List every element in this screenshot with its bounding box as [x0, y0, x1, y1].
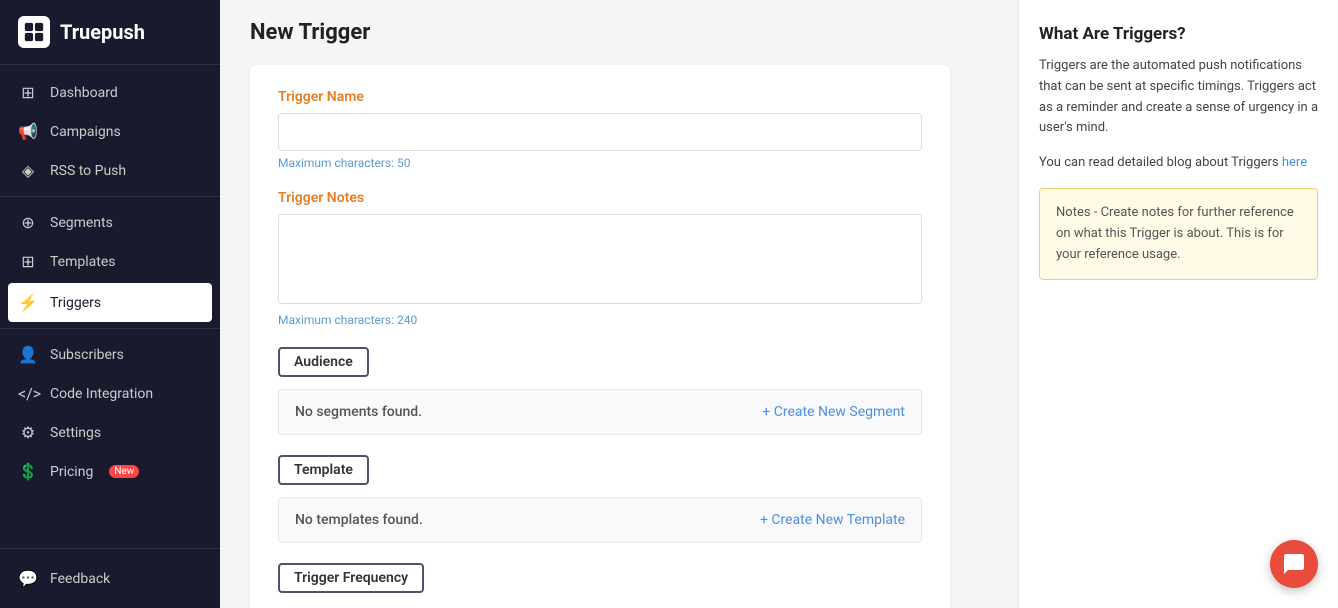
sidebar-label-templates: Templates: [50, 254, 116, 270]
subscribers-icon: 👤: [18, 345, 38, 364]
panel-read-more: You can read detailed blog about Trigger…: [1039, 153, 1318, 174]
sidebar-item-campaigns[interactable]: 📢 Campaigns: [0, 112, 220, 151]
form-area: New Trigger Trigger Name Maximum charact…: [220, 0, 1018, 608]
panel-title: What Are Triggers?: [1039, 24, 1318, 44]
sidebar-item-triggers[interactable]: ⚡ Triggers: [8, 283, 212, 322]
feedback-icon: 💬: [18, 569, 38, 588]
sidebar-item-subscribers[interactable]: 👤 Subscribers: [0, 335, 220, 374]
sidebar-item-feedback[interactable]: 💬 Feedback: [0, 559, 220, 598]
template-section-header: Template: [278, 455, 369, 485]
logo-icon: [18, 16, 50, 48]
sidebar-label-rss: RSS to Push: [50, 163, 126, 179]
campaigns-icon: 📢: [18, 122, 38, 141]
sidebar-item-dashboard[interactable]: ⊞ Dashboard: [0, 73, 220, 112]
sidebar-item-pricing[interactable]: 💲 Pricing New: [0, 452, 220, 491]
sidebar-footer: 💬 Feedback: [0, 548, 220, 608]
trigger-notes-hint: Maximum characters: 240: [278, 313, 922, 327]
panel-read-more-prefix: You can read detailed blog about Trigger…: [1039, 155, 1282, 170]
app-name: Truepush: [60, 20, 145, 44]
sidebar-label-campaigns: Campaigns: [50, 124, 121, 140]
sidebar-item-rss[interactable]: ◈ RSS to Push: [0, 151, 220, 190]
sidebar-label-settings: Settings: [50, 425, 101, 441]
settings-icon: ⚙: [18, 423, 38, 442]
panel-note-box: Notes - Create notes for further referen…: [1039, 188, 1318, 280]
create-segment-link[interactable]: + Create New Segment: [762, 404, 905, 420]
right-panel: What Are Triggers? Triggers are the auto…: [1018, 0, 1338, 608]
trigger-notes-label: Trigger Notes: [278, 190, 922, 206]
audience-section-header: Audience: [278, 347, 369, 377]
template-section: Template No templates found. + Create Ne…: [278, 455, 922, 543]
audience-section: Audience No segments found. + Create New…: [278, 347, 922, 435]
rss-icon: ◈: [18, 161, 38, 180]
trigger-notes-group: Trigger Notes Maximum characters: 240: [278, 190, 922, 327]
panel-description: Triggers are the automated push notifica…: [1039, 56, 1318, 139]
sidebar-logo: Truepush: [0, 0, 220, 65]
sidebar-item-segments[interactable]: ⊕ Segments: [0, 203, 220, 242]
templates-icon: ⊞: [18, 252, 38, 271]
segments-icon: ⊕: [18, 213, 38, 232]
panel-desc-text: Triggers are the automated push notifica…: [1039, 58, 1318, 135]
sidebar-label-subscribers: Subscribers: [50, 347, 124, 363]
trigger-name-hint: Maximum characters: 50: [278, 156, 922, 170]
template-block: No templates found. + Create New Templat…: [278, 497, 922, 543]
trigger-notes-input[interactable]: [278, 214, 922, 304]
pricing-badge: New: [109, 465, 139, 478]
main-content: New Trigger Trigger Name Maximum charact…: [220, 0, 1338, 608]
pricing-icon: 💲: [18, 462, 38, 481]
sidebar-label-code: Code Integration: [50, 386, 153, 402]
sidebar-label-dashboard: Dashboard: [50, 85, 118, 101]
sidebar: Truepush ⊞ Dashboard 📢 Campaigns ◈ RSS t…: [0, 0, 220, 608]
trigger-name-group: Trigger Name Maximum characters: 50: [278, 89, 922, 170]
form-card: Trigger Name Maximum characters: 50 Trig…: [250, 65, 950, 608]
panel-note-text: Notes - Create notes for further referen…: [1056, 205, 1294, 262]
sidebar-label-segments: Segments: [50, 215, 113, 231]
code-icon: </>: [18, 384, 38, 403]
sidebar-item-templates[interactable]: ⊞ Templates: [0, 242, 220, 281]
sidebar-item-code-integration[interactable]: </> Code Integration: [0, 374, 220, 413]
frequency-section-header: Trigger Frequency: [278, 563, 424, 593]
trigger-frequency-section: Trigger Frequency Once Repeated Multi: [278, 563, 922, 608]
create-template-link[interactable]: + Create New Template: [760, 512, 905, 528]
panel-here-link[interactable]: here: [1282, 155, 1307, 170]
sidebar-item-settings[interactable]: ⚙ Settings: [0, 413, 220, 452]
sidebar-label-pricing: Pricing: [50, 464, 93, 480]
dashboard-icon: ⊞: [18, 83, 38, 102]
sidebar-nav: ⊞ Dashboard 📢 Campaigns ◈ RSS to Push ⊕ …: [0, 65, 220, 548]
audience-no-data: No segments found.: [295, 404, 422, 420]
main-inner: New Trigger Trigger Name Maximum charact…: [220, 0, 1338, 608]
trigger-name-input[interactable]: [278, 113, 922, 151]
sidebar-label-triggers: Triggers: [50, 295, 101, 311]
trigger-name-label: Trigger Name: [278, 89, 922, 105]
template-no-data: No templates found.: [295, 512, 423, 528]
chat-button[interactable]: [1270, 540, 1318, 588]
triggers-icon: ⚡: [18, 293, 38, 312]
sidebar-label-feedback: Feedback: [50, 571, 110, 587]
page-title: New Trigger: [250, 20, 988, 45]
audience-block: No segments found. + Create New Segment: [278, 389, 922, 435]
